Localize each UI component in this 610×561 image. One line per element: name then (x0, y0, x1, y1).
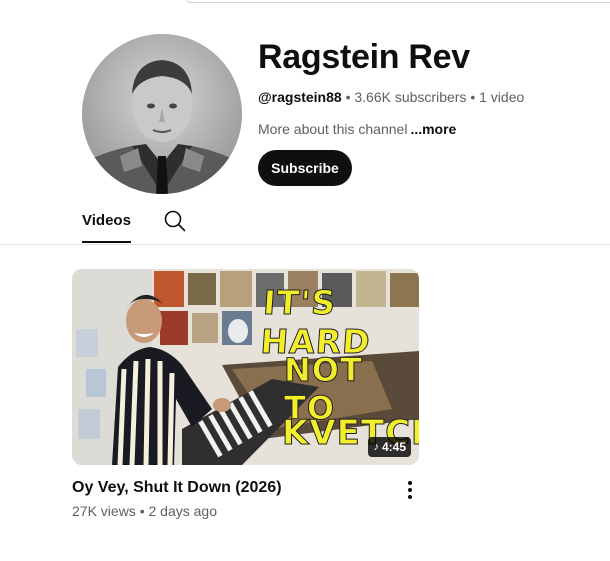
meta-separator: • (466, 89, 480, 105)
tabs-divider (0, 244, 610, 245)
meta-separator: • (341, 89, 355, 105)
channel-name: Ragstein Rev (258, 38, 470, 76)
duration-text: 4:45 (381, 440, 406, 454)
channel-about-link[interactable]: More about this channel ...more (258, 121, 456, 137)
meta-separator: • (135, 503, 149, 519)
video-title[interactable]: Oy Vey, Shut It Down (2026) (72, 479, 282, 497)
avatar-portrait-image (82, 34, 242, 194)
search-icon[interactable] (163, 209, 187, 233)
video-thumbnail[interactable]: IT'S HARD NOT TO KVETCH ♪ 4:45 (72, 269, 419, 465)
view-count: 27K views (72, 503, 136, 519)
more-vert-icon[interactable] (398, 478, 422, 502)
video-count: 1 video (479, 89, 525, 105)
about-text: More about this channel (258, 121, 408, 137)
channel-handle: @ragstein88 (258, 89, 342, 105)
active-tab-indicator (82, 241, 131, 243)
music-note-icon: ♪ (373, 441, 379, 453)
search-bar-edge (186, 0, 610, 3)
upload-age: 2 days ago (148, 503, 218, 519)
thumbnail-text-line: IT'S HARD (259, 283, 373, 362)
subscriber-count: 3.66K subscribers (354, 89, 467, 105)
duration-badge: ♪ 4:45 (368, 437, 411, 457)
subscribe-button[interactable]: Subscribe (258, 150, 352, 186)
more-link[interactable]: ...more (410, 121, 456, 137)
video-meta: 27K views • 2 days ago (72, 503, 217, 519)
tab-videos[interactable]: Videos (82, 212, 131, 229)
channel-meta: @ragstein88 • 3.66K subscribers • 1 vide… (258, 89, 524, 105)
channel-avatar[interactable] (82, 34, 242, 194)
